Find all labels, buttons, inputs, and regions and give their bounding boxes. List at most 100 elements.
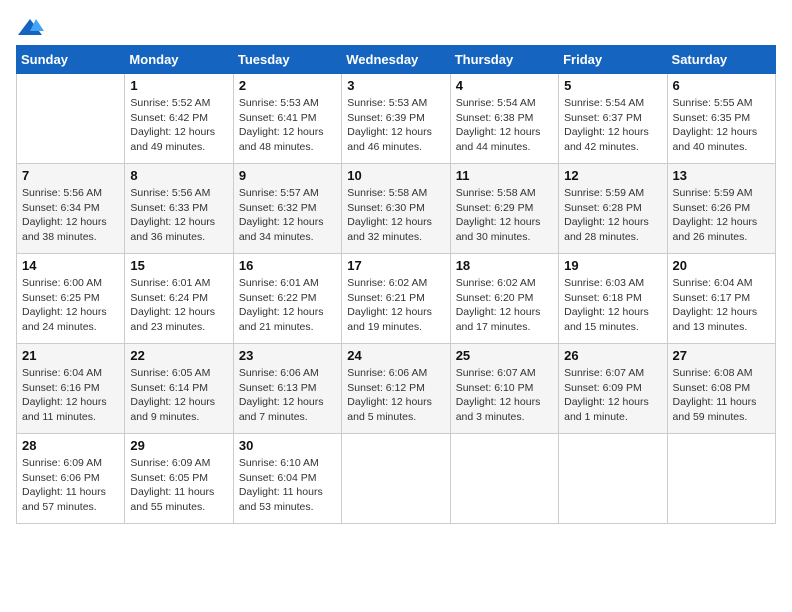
day-number: 27 <box>673 348 770 363</box>
day-info: Sunrise: 6:01 AM Sunset: 6:22 PM Dayligh… <box>239 276 336 335</box>
day-number: 11 <box>456 168 553 183</box>
header-day-wednesday: Wednesday <box>342 46 450 74</box>
calendar-cell: 28Sunrise: 6:09 AM Sunset: 6:06 PM Dayli… <box>17 434 125 524</box>
calendar-cell: 8 Sunrise: 5:56 AM Sunset: 6:33 PM Daylig… <box>125 164 233 254</box>
day-number: 9 <box>239 168 336 183</box>
day-info: Sunrise: 6:04 AM Sunset: 6:16 PM Dayligh… <box>22 366 119 425</box>
day-info: Sunrise: 5:57 AM Sunset: 6:32 PM Dayligh… <box>239 186 336 245</box>
calendar-cell <box>342 434 450 524</box>
day-number: 29 <box>130 438 227 453</box>
logo-icon <box>16 17 44 37</box>
day-info: Sunrise: 6:06 AM Sunset: 6:13 PM Dayligh… <box>239 366 336 425</box>
day-number: 7 <box>22 168 119 183</box>
day-number: 4 <box>456 78 553 93</box>
day-number: 13 <box>673 168 770 183</box>
day-number: 17 <box>347 258 444 273</box>
calendar-cell <box>17 74 125 164</box>
day-info: Sunrise: 5:59 AM Sunset: 6:28 PM Dayligh… <box>564 186 661 245</box>
day-info: Sunrise: 5:53 AM Sunset: 6:41 PM Dayligh… <box>239 96 336 155</box>
day-number: 24 <box>347 348 444 363</box>
calendar-cell: 21 Sunrise: 6:04 AM Sunset: 6:16 PM Dayli… <box>17 344 125 434</box>
calendar-cell: 9 Sunrise: 5:57 AM Sunset: 6:32 PM Daylig… <box>233 164 341 254</box>
calendar-cell: 26 Sunrise: 6:07 AM Sunset: 6:09 PM Dayli… <box>559 344 667 434</box>
day-number: 8 <box>130 168 227 183</box>
week-row-1: 1Sunrise: 5:52 AM Sunset: 6:42 PM Daylig… <box>17 74 776 164</box>
day-info: Sunrise: 6:00 AM Sunset: 6:25 PM Dayligh… <box>22 276 119 335</box>
week-row-2: 7 Sunrise: 5:56 AM Sunset: 6:34 PM Daylig… <box>17 164 776 254</box>
day-info: Sunrise: 6:02 AM Sunset: 6:21 PM Dayligh… <box>347 276 444 335</box>
calendar-cell <box>450 434 558 524</box>
calendar-cell: 19 Sunrise: 6:03 AM Sunset: 6:18 PM Dayli… <box>559 254 667 344</box>
header-day-monday: Monday <box>125 46 233 74</box>
calendar-table: SundayMondayTuesdayWednesdayThursdayFrid… <box>16 45 776 524</box>
calendar-cell: 13 Sunrise: 5:59 AM Sunset: 6:26 PM Dayli… <box>667 164 775 254</box>
calendar-cell: 27 Sunrise: 6:08 AM Sunset: 6:08 PM Dayli… <box>667 344 775 434</box>
calendar-cell: 1Sunrise: 5:52 AM Sunset: 6:42 PM Daylig… <box>125 74 233 164</box>
calendar-cell: 2 Sunrise: 5:53 AM Sunset: 6:41 PM Daylig… <box>233 74 341 164</box>
header-day-tuesday: Tuesday <box>233 46 341 74</box>
header-day-saturday: Saturday <box>667 46 775 74</box>
header-day-thursday: Thursday <box>450 46 558 74</box>
logo <box>16 16 48 37</box>
day-number: 23 <box>239 348 336 363</box>
day-info: Sunrise: 6:07 AM Sunset: 6:09 PM Dayligh… <box>564 366 661 425</box>
day-number: 22 <box>130 348 227 363</box>
calendar-cell: 24 Sunrise: 6:06 AM Sunset: 6:12 PM Dayli… <box>342 344 450 434</box>
calendar-cell: 7 Sunrise: 5:56 AM Sunset: 6:34 PM Daylig… <box>17 164 125 254</box>
day-number: 1 <box>130 78 227 93</box>
calendar-cell: 17 Sunrise: 6:02 AM Sunset: 6:21 PM Dayli… <box>342 254 450 344</box>
calendar-cell: 14 Sunrise: 6:00 AM Sunset: 6:25 PM Dayli… <box>17 254 125 344</box>
day-number: 2 <box>239 78 336 93</box>
calendar-cell: 16 Sunrise: 6:01 AM Sunset: 6:22 PM Dayli… <box>233 254 341 344</box>
day-number: 15 <box>130 258 227 273</box>
day-number: 10 <box>347 168 444 183</box>
day-number: 20 <box>673 258 770 273</box>
day-info: Sunrise: 6:08 AM Sunset: 6:08 PM Dayligh… <box>673 366 770 425</box>
day-number: 26 <box>564 348 661 363</box>
day-number: 18 <box>456 258 553 273</box>
day-info: Sunrise: 5:59 AM Sunset: 6:26 PM Dayligh… <box>673 186 770 245</box>
week-row-3: 14 Sunrise: 6:00 AM Sunset: 6:25 PM Dayli… <box>17 254 776 344</box>
header-day-sunday: Sunday <box>17 46 125 74</box>
calendar-cell: 22 Sunrise: 6:05 AM Sunset: 6:14 PM Dayli… <box>125 344 233 434</box>
week-row-5: 28Sunrise: 6:09 AM Sunset: 6:06 PM Dayli… <box>17 434 776 524</box>
header <box>16 16 776 37</box>
day-info: Sunrise: 5:53 AM Sunset: 6:39 PM Dayligh… <box>347 96 444 155</box>
day-info: Sunrise: 5:55 AM Sunset: 6:35 PM Dayligh… <box>673 96 770 155</box>
day-number: 3 <box>347 78 444 93</box>
day-number: 19 <box>564 258 661 273</box>
day-info: Sunrise: 5:58 AM Sunset: 6:29 PM Dayligh… <box>456 186 553 245</box>
calendar-cell: 6 Sunrise: 5:55 AM Sunset: 6:35 PM Daylig… <box>667 74 775 164</box>
day-info: Sunrise: 6:06 AM Sunset: 6:12 PM Dayligh… <box>347 366 444 425</box>
day-info: Sunrise: 6:07 AM Sunset: 6:10 PM Dayligh… <box>456 366 553 425</box>
day-number: 12 <box>564 168 661 183</box>
day-info: Sunrise: 6:09 AM Sunset: 6:06 PM Dayligh… <box>22 456 119 515</box>
day-info: Sunrise: 6:03 AM Sunset: 6:18 PM Dayligh… <box>564 276 661 335</box>
day-info: Sunrise: 5:54 AM Sunset: 6:37 PM Dayligh… <box>564 96 661 155</box>
day-info: Sunrise: 6:10 AM Sunset: 6:04 PM Dayligh… <box>239 456 336 515</box>
calendar-cell: 20Sunrise: 6:04 AM Sunset: 6:17 PM Dayli… <box>667 254 775 344</box>
calendar-cell: 29 Sunrise: 6:09 AM Sunset: 6:05 PM Dayli… <box>125 434 233 524</box>
calendar-cell <box>559 434 667 524</box>
header-row: SundayMondayTuesdayWednesdayThursdayFrid… <box>17 46 776 74</box>
calendar-cell <box>667 434 775 524</box>
day-info: Sunrise: 6:09 AM Sunset: 6:05 PM Dayligh… <box>130 456 227 515</box>
calendar-cell: 3 Sunrise: 5:53 AM Sunset: 6:39 PM Daylig… <box>342 74 450 164</box>
calendar-cell: 25Sunrise: 6:07 AM Sunset: 6:10 PM Dayli… <box>450 344 558 434</box>
day-info: Sunrise: 5:56 AM Sunset: 6:33 PM Dayligh… <box>130 186 227 245</box>
day-number: 16 <box>239 258 336 273</box>
day-number: 14 <box>22 258 119 273</box>
calendar-cell: 11 Sunrise: 5:58 AM Sunset: 6:29 PM Dayli… <box>450 164 558 254</box>
day-number: 5 <box>564 78 661 93</box>
calendar-cell: 15 Sunrise: 6:01 AM Sunset: 6:24 PM Dayli… <box>125 254 233 344</box>
day-number: 30 <box>239 438 336 453</box>
day-info: Sunrise: 6:01 AM Sunset: 6:24 PM Dayligh… <box>130 276 227 335</box>
day-info: Sunrise: 5:56 AM Sunset: 6:34 PM Dayligh… <box>22 186 119 245</box>
calendar-cell: 12 Sunrise: 5:59 AM Sunset: 6:28 PM Dayli… <box>559 164 667 254</box>
day-info: Sunrise: 6:05 AM Sunset: 6:14 PM Dayligh… <box>130 366 227 425</box>
day-number: 21 <box>22 348 119 363</box>
calendar-cell: 23 Sunrise: 6:06 AM Sunset: 6:13 PM Dayli… <box>233 344 341 434</box>
week-row-4: 21 Sunrise: 6:04 AM Sunset: 6:16 PM Dayli… <box>17 344 776 434</box>
day-number: 6 <box>673 78 770 93</box>
calendar-cell: 4Sunrise: 5:54 AM Sunset: 6:38 PM Daylig… <box>450 74 558 164</box>
